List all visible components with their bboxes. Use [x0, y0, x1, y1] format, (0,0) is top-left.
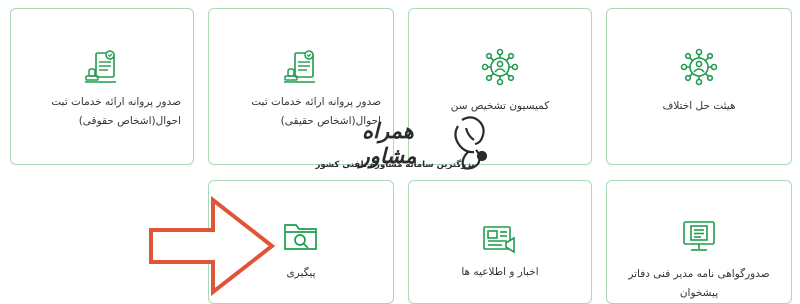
card-label: هیئت حل اختلاف — [662, 100, 736, 112]
card-news[interactable]: اخبار و اطلاعیه ها — [408, 180, 592, 304]
card-legal-license[interactable]: صدور پروانه ارائه خدمات ثبت احوال(اشخاص … — [10, 8, 194, 165]
card-dispute-board[interactable]: هیئت حل اختلاف — [606, 8, 792, 165]
card-label: اخبار و اطلاعیه ها — [461, 266, 539, 278]
phone-headset-logo-icon — [454, 116, 488, 170]
arrow-pointer-icon — [149, 196, 276, 296]
card-label: صدورگواهی نامه مدیر فنی دفاتر پیشخوان — [628, 268, 770, 299]
certificate-stamp-icon — [85, 50, 116, 83]
monitor-document-icon — [683, 221, 715, 251]
folder-search-icon — [284, 224, 317, 250]
group-gear-icon — [481, 48, 519, 86]
certificate-stamp-icon — [284, 50, 315, 83]
watermark: همراه مشاور بزرگترین سامانه مشاوره تلفنی… — [300, 112, 496, 182]
card-manager-certificate[interactable]: صدورگواهی نامه مدیر فنی دفاتر پیشخوان — [606, 180, 792, 304]
newspaper-megaphone-icon — [483, 226, 515, 254]
group-gear-icon — [680, 48, 718, 86]
card-label: صدور پروانه ارائه خدمات ثبت احوال(اشخاص … — [51, 96, 181, 127]
